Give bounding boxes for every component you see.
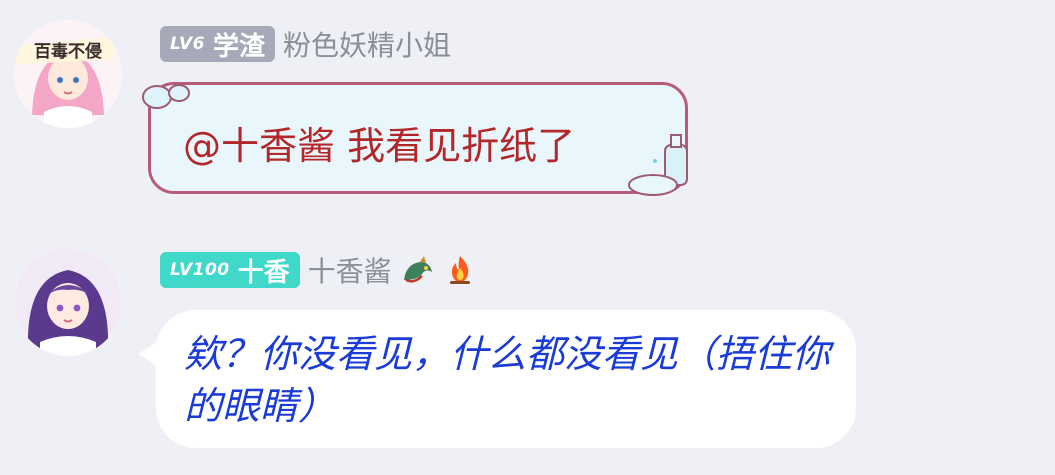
sender-nickname[interactable]: 十香酱 (308, 250, 392, 290)
rank-text: 十香 (237, 257, 290, 288)
avatar[interactable]: 百毒不侵 (14, 20, 122, 128)
message-bubble[interactable]: @十香酱 我看见折纸了 (142, 82, 688, 196)
message-text: @十香酱 我看见折纸了 (183, 124, 576, 168)
chat-message: LV100 十香 十香酱 欸？你没看见，什么都没看见（捂住你的眼睛） (0, 230, 1055, 475)
dragon-icon (403, 256, 432, 283)
sanitizer-decoration-icon (628, 134, 688, 196)
avatar-pendant-text: 百毒不侵 (34, 41, 102, 62)
message-bubble[interactable]: 欸？你没看见，什么都没看见（捂住你的眼睛） (156, 310, 856, 448)
level-text: LV6 (170, 34, 205, 54)
avatar[interactable] (14, 248, 122, 356)
sender-info: LV100 十香 十香酱 (160, 250, 476, 290)
message-text: 欸？你没看见，什么都没看见（捂住你的眼睛） (184, 332, 831, 428)
level-text: LV100 (170, 260, 230, 280)
level-badge: LV100 十香 (160, 252, 300, 288)
sender-info: LV6 学渣 粉色妖精小姐 (160, 24, 451, 64)
chat-message: 百毒不侵 LV6 学渣 粉色妖精小姐 @十香酱 我看见折纸了 (0, 0, 1055, 220)
rank-text: 学渣 (212, 31, 265, 62)
level-badge: LV6 学渣 (160, 26, 275, 62)
goggles-decoration-icon (142, 84, 190, 109)
fire-icon (449, 256, 470, 284)
sender-nickname[interactable]: 粉色妖精小姐 (283, 24, 451, 64)
